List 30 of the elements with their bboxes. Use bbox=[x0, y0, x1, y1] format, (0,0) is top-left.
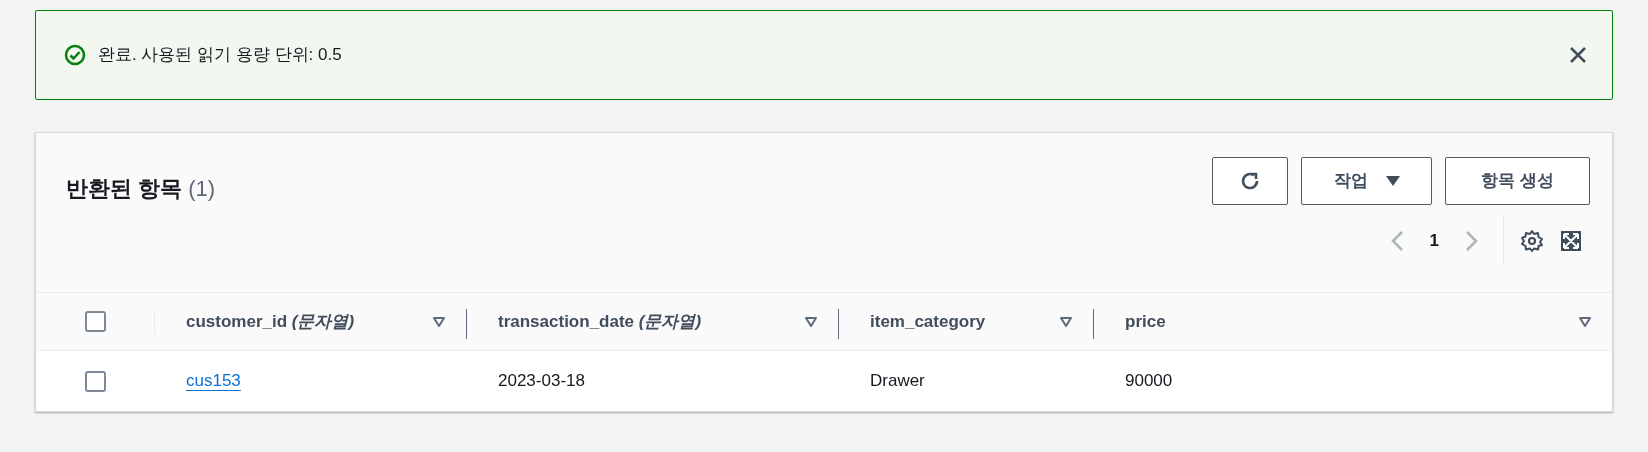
table-cell: 90000 bbox=[1125, 371, 1173, 391]
alert-message: 완료. 사용된 읽기 용량 단위: 0.5 bbox=[98, 44, 342, 67]
column-header[interactable]: transaction_date (문자열) bbox=[498, 308, 702, 335]
settings-icon bbox=[1520, 229, 1544, 253]
table-cell: Drawer bbox=[870, 371, 925, 391]
column-header[interactable]: price bbox=[1125, 308, 1166, 335]
table-cell: 2023-03-18 bbox=[498, 371, 585, 391]
expand-icon bbox=[1560, 230, 1582, 252]
actions-dropdown[interactable]: 작업 bbox=[1301, 157, 1432, 205]
column-header[interactable]: customer_id (문자열) bbox=[186, 308, 355, 335]
filter-icon[interactable] bbox=[1059, 315, 1073, 328]
column-header[interactable]: item_category bbox=[870, 308, 986, 335]
check-circle-icon bbox=[64, 44, 86, 66]
chevron-right-icon bbox=[1465, 230, 1479, 252]
panel-title: 반환된 항목 bbox=[66, 174, 183, 203]
close-icon bbox=[1568, 45, 1588, 65]
chevron-left-icon bbox=[1389, 230, 1404, 252]
filter-icon[interactable] bbox=[432, 315, 446, 328]
checkbox[interactable] bbox=[84, 311, 106, 332]
filter-icon[interactable] bbox=[804, 315, 818, 328]
settings-button[interactable] bbox=[1520, 229, 1544, 253]
item-count: (1) bbox=[188, 174, 215, 203]
checkbox[interactable] bbox=[84, 370, 106, 392]
fullscreen-button[interactable] bbox=[1560, 230, 1582, 252]
page-number[interactable]: 1 bbox=[1429, 228, 1439, 254]
caret-icon bbox=[1385, 176, 1400, 186]
refresh-button[interactable] bbox=[1212, 157, 1288, 205]
create-item-button[interactable]: 항목 생성 bbox=[1445, 157, 1590, 205]
filter-icon[interactable] bbox=[1578, 315, 1592, 328]
customer-link[interactable]: cus153 bbox=[186, 371, 241, 391]
